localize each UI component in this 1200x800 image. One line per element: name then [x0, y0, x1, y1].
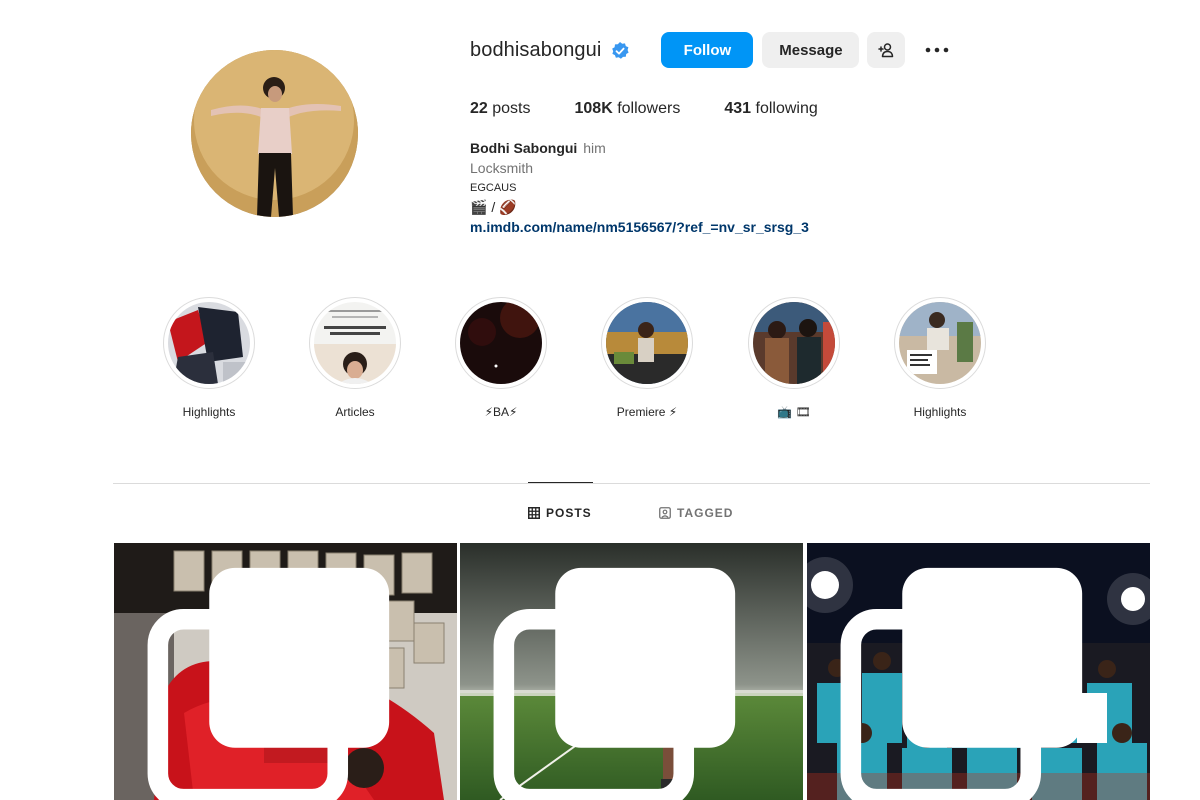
- followers-stat[interactable]: 108K followers: [575, 100, 681, 118]
- highlight-label: 📺 🎞: [777, 405, 811, 419]
- highlight-cover: [899, 302, 981, 384]
- avatar-image: [191, 50, 358, 217]
- highlight-cover: [168, 302, 250, 384]
- more-options-button[interactable]: [917, 32, 957, 68]
- following-label: following: [755, 100, 818, 117]
- profile-avatar[interactable]: [191, 50, 358, 217]
- highlight-cover: [753, 302, 835, 384]
- highlight-ring: [748, 297, 840, 389]
- bio-link[interactable]: m.imdb.com/name/nm5156567/?ref_=nv_sr_sr…: [470, 217, 1030, 237]
- highlight-item[interactable]: Articles: [295, 297, 415, 420]
- highlight-label: Highlights: [913, 405, 967, 419]
- highlight-cover: [606, 302, 688, 384]
- grid-icon: [528, 507, 540, 519]
- highlight-item[interactable]: ⚡BA⚡: [441, 297, 561, 420]
- highlight-ring: [894, 297, 986, 389]
- followers-label: followers: [617, 100, 681, 117]
- tab-tagged-label: TAGGED: [677, 506, 734, 520]
- bio-category: Locksmith: [470, 160, 534, 176]
- highlight-cover: [460, 302, 542, 384]
- post-tile[interactable]: [114, 543, 457, 800]
- verified-badge-icon: [612, 42, 630, 59]
- highlight-ring: [309, 297, 401, 389]
- tab-posts[interactable]: POSTS: [528, 506, 592, 520]
- highlight-label: ⚡BA⚡: [484, 405, 518, 419]
- tabs-divider: [113, 483, 1150, 484]
- followers-count: 108K: [574, 100, 613, 117]
- tab-tagged[interactable]: TAGGED: [659, 506, 733, 520]
- highlight-item[interactable]: 📺 🎞: [734, 297, 854, 420]
- highlight-cover: [314, 302, 396, 384]
- multiple-posts-icon: [840, 567, 1083, 800]
- active-tab-indicator: [528, 482, 593, 483]
- add-user-icon: [878, 43, 894, 58]
- multiple-posts-icon: [147, 567, 390, 800]
- tagged-icon: [659, 507, 671, 519]
- highlight-label: Highlights: [182, 405, 236, 419]
- full-name: Bodhi Sabongui: [470, 140, 578, 156]
- bio-emoji-line: 🎬 / 🏈: [470, 199, 517, 215]
- suggested-accounts-button[interactable]: [867, 32, 906, 68]
- pronouns: him: [583, 140, 606, 156]
- posts-label: posts: [492, 100, 531, 117]
- follow-button[interactable]: Follow: [661, 32, 754, 68]
- highlight-ring: [601, 297, 693, 389]
- bio-name-row: Bodhi Sabongui him: [470, 138, 1030, 158]
- more-options-icon: [926, 47, 949, 53]
- highlight-label: Articles: [335, 405, 375, 419]
- highlight-label: Premiere ⚡: [616, 405, 678, 419]
- profile-stats: 22 posts 108K followers 431 following: [470, 100, 1030, 118]
- highlight-item[interactable]: Premiere ⚡: [587, 297, 707, 420]
- post-tile[interactable]: [460, 543, 803, 800]
- profile-header-row: bodhisabongui Follow Message: [470, 30, 1030, 70]
- profile-bio: Bodhi Sabongui him Locksmith EGCAUS 🎬 / …: [470, 138, 1030, 237]
- following-stat[interactable]: 431 following: [724, 100, 817, 118]
- highlight-ring: [163, 297, 255, 389]
- highlight-item[interactable]: Highlights: [880, 297, 1000, 420]
- message-button[interactable]: Message: [762, 32, 860, 68]
- profile-info: bodhisabongui Follow Message 22 posts 10…: [470, 30, 1030, 237]
- multiple-posts-icon: [493, 567, 736, 800]
- posts-count: 22: [470, 100, 488, 117]
- highlight-ring: [455, 297, 547, 389]
- highlight-item[interactable]: Highlights: [149, 297, 269, 420]
- posts-stat: 22 posts: [470, 100, 531, 118]
- bio-line: EGCAUS: [470, 182, 517, 194]
- username: bodhisabongui: [470, 38, 602, 61]
- tab-posts-label: POSTS: [546, 506, 592, 520]
- story-highlights: Highlights Articles ⚡BA⚡ Premiere ⚡ 📺 🎞 …: [0, 297, 1200, 437]
- following-count: 431: [724, 100, 752, 117]
- post-tile[interactable]: [807, 543, 1150, 800]
